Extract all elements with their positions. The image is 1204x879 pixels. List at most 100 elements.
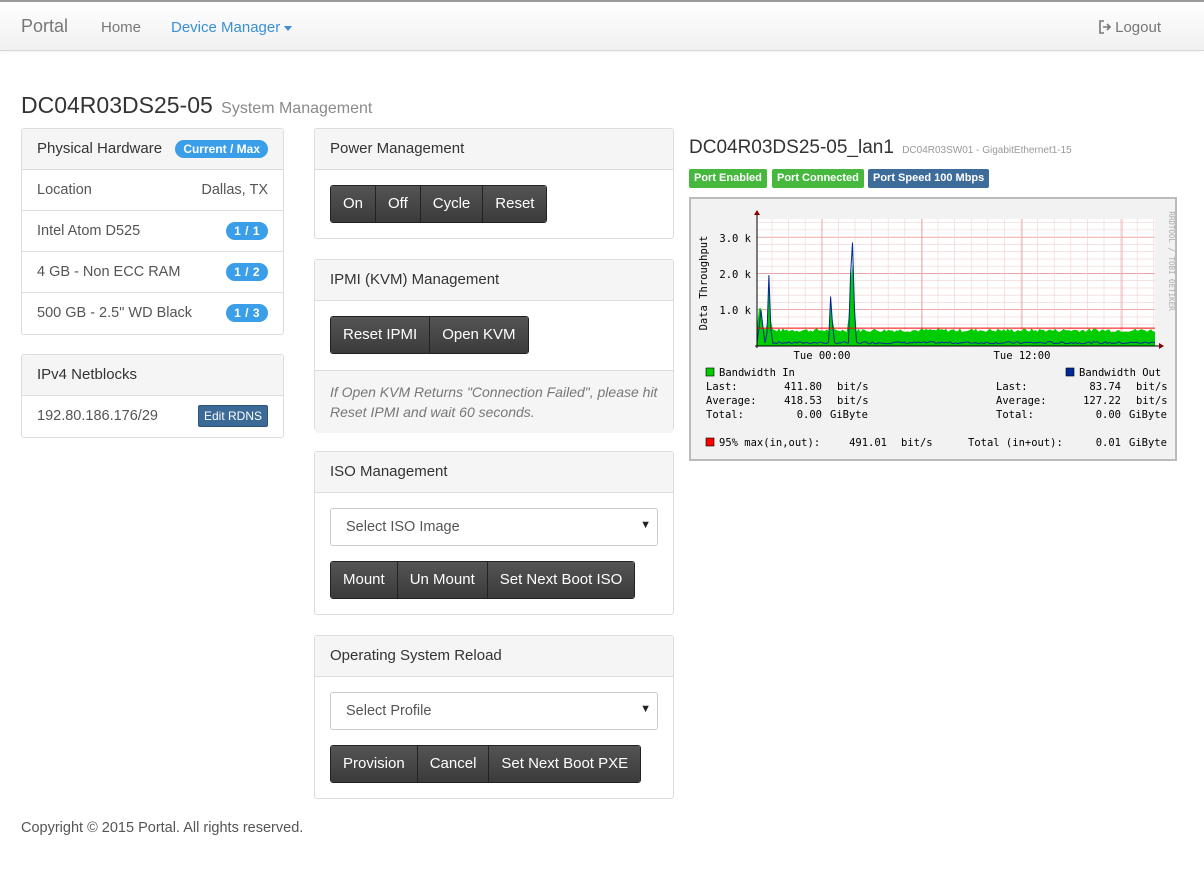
- netblock-address: 192.80.186.176/29: [37, 408, 158, 424]
- in-last-unit: bit/s: [837, 381, 869, 393]
- hardware-item: Intel Atom D525 1 / 1: [22, 211, 283, 252]
- location-label: Location: [37, 182, 92, 198]
- set-next-boot-iso-button[interactable]: Set Next Boot ISO: [487, 562, 635, 598]
- hardware-item-badge: 1 / 3: [226, 304, 268, 322]
- y-axis-arrow-icon: [754, 210, 760, 215]
- mount-button[interactable]: Mount: [331, 562, 398, 598]
- nav-device-manager-dropdown[interactable]: Device Manager: [171, 19, 293, 36]
- open-kvm-button[interactable]: Open KVM: [430, 317, 528, 353]
- logout-label: Logout: [1115, 19, 1161, 36]
- grand-total-value: 0.01: [1096, 437, 1121, 449]
- x-tick-label: Tue 00:00: [794, 350, 851, 362]
- os-reload-panel: Operating System Reload Select Profile ▼…: [314, 635, 674, 799]
- logout-link[interactable]: Logout: [1098, 19, 1161, 36]
- hardware-item-label: 500 GB - 2.5" WD Black: [37, 305, 193, 321]
- bandwidth-in-legend-swatch: [705, 367, 715, 377]
- y-tick-label: 1.0 k: [719, 305, 751, 317]
- panel-body: Select ISO Image ▼ Mount Un Mount Set Ne…: [315, 493, 673, 614]
- bandwidth-out-legend-label: Bandwidth Out: [1079, 367, 1161, 379]
- bandwidth-in-legend-label: Bandwidth In: [719, 367, 795, 379]
- bandwidth-graph-svg: 3.0 k 2.0 k 1.0 k Tue 00:00 Tue 12:00 Da…: [698, 210, 1176, 449]
- panel-title: Operating System Reload: [330, 647, 502, 664]
- iso-button-group: Mount Un Mount Set Next Boot ISO: [330, 561, 636, 599]
- p95-unit: bit/s: [901, 437, 933, 449]
- in-total-unit: GiByte: [830, 409, 868, 421]
- unmount-button[interactable]: Un Mount: [397, 562, 488, 598]
- power-reset-button[interactable]: Reset: [483, 186, 547, 222]
- ipv4-netblocks-panel: IPv4 Netblocks 192.80.186.176/29 Edit RD…: [21, 354, 284, 438]
- power-off-button[interactable]: Off: [376, 186, 421, 222]
- bandwidth-out-legend-swatch: [1065, 367, 1075, 377]
- panel-heading: ISO Management: [315, 452, 673, 493]
- y-tick-label: 3.0 k: [719, 233, 751, 245]
- provision-button[interactable]: Provision: [331, 746, 418, 782]
- nav-device-manager-label: Device Manager: [171, 19, 281, 36]
- out-average-value: 127.22: [1083, 395, 1121, 407]
- out-total-unit: GiByte: [1129, 409, 1167, 421]
- grand-total-unit: GiByte: [1129, 437, 1167, 449]
- set-next-boot-pxe-button[interactable]: Set Next Boot PXE: [489, 746, 641, 782]
- caret-down-icon: [284, 25, 293, 31]
- panel-body: Reset IPMI Open KVM: [315, 301, 673, 370]
- port-title: DC04R03DS25-05_lan1 DC04R03SW01 - Gigabi…: [689, 137, 1072, 159]
- in-total-value: 0.00: [797, 409, 822, 421]
- out-total-value: 0.00: [1096, 409, 1121, 421]
- nav-home-link[interactable]: Home: [101, 19, 141, 36]
- netblock-row: 192.80.186.176/29 Edit RDNS: [22, 396, 283, 437]
- in-average-label: Average:: [706, 395, 757, 407]
- cancel-button[interactable]: Cancel: [417, 746, 490, 782]
- grand-total-label: Total (in+out):: [968, 437, 1063, 449]
- y-tick-label: 2.0 k: [719, 269, 751, 281]
- physical-hardware-panel: Physical Hardware Current / Max Location…: [21, 128, 284, 335]
- out-last-unit: bit/s: [1136, 381, 1168, 393]
- ipmi-button-group: Reset IPMI Open KVM: [330, 316, 529, 354]
- brand-link[interactable]: Portal: [21, 16, 68, 37]
- select-arrow-icon: ▼: [640, 703, 651, 715]
- edit-rdns-button[interactable]: Edit RDNS: [197, 405, 268, 427]
- power-cycle-button[interactable]: Cycle: [420, 186, 484, 222]
- location-row: Location Dallas, TX: [22, 170, 283, 211]
- port-speed-label: Port Speed 100 Mbps: [868, 169, 990, 188]
- page-subtitle: System Management: [221, 100, 373, 117]
- ipmi-help-note: If Open KVM Returns "Connection Failed",…: [315, 370, 673, 433]
- hardware-item-badge: 1 / 2: [226, 263, 268, 281]
- navbar: Portal Home Device Manager Logout: [0, 0, 1204, 51]
- out-last-value: 83.74: [1089, 381, 1121, 393]
- rrdtool-watermark: RRDTOOL / TOBI OETIKER: [1167, 211, 1175, 311]
- port-connected-label: Port Connected: [772, 169, 864, 188]
- current-max-badge: Current / Max: [175, 140, 268, 158]
- in-average-value: 418.53: [784, 395, 822, 407]
- iso-image-select[interactable]: Select ISO Image ▼: [330, 508, 658, 546]
- power-on-button[interactable]: On: [331, 186, 377, 222]
- page-title: DC04R03DS25-05 System Management: [21, 92, 372, 119]
- panel-title: Power Management: [330, 140, 465, 157]
- iso-select-value: Select ISO Image: [346, 519, 460, 535]
- select-arrow-icon: ▼: [640, 519, 651, 531]
- panel-body: Select Profile ▼ Provision Cancel Set Ne…: [315, 677, 673, 798]
- x-axis-arrow-icon: [1159, 343, 1164, 349]
- bandwidth-graph: 3.0 k 2.0 k 1.0 k Tue 00:00 Tue 12:00 Da…: [689, 197, 1177, 461]
- panel-heading: Power Management: [315, 129, 673, 170]
- page-title-text: DC04R03DS25-05: [21, 92, 213, 118]
- panel-heading: IPMI (KVM) Management: [315, 260, 673, 301]
- iso-management-panel: ISO Management Select ISO Image ▼ Mount …: [314, 451, 674, 615]
- reset-ipmi-button[interactable]: Reset IPMI: [331, 317, 431, 353]
- profile-select-value: Select Profile: [346, 703, 432, 719]
- power-management-panel: Power Management On Off Cycle Reset: [314, 128, 674, 239]
- port-subtitle: DC04R03SW01 - GigabitEthernet1-15: [902, 145, 1072, 156]
- in-average-unit: bit/s: [837, 395, 869, 407]
- panel-title: ISO Management: [330, 463, 448, 480]
- x-tick-label: Tue 12:00: [994, 350, 1051, 362]
- port-enabled-label: Port Enabled: [689, 169, 767, 188]
- in-total-label: Total:: [706, 409, 744, 421]
- y-axis-label: Data Throughput: [698, 236, 710, 331]
- panel-title: Physical Hardware: [37, 140, 163, 157]
- profile-select[interactable]: Select Profile ▼: [330, 692, 658, 730]
- panel-heading: Physical Hardware Current / Max: [22, 129, 283, 170]
- power-button-group: On Off Cycle Reset: [330, 185, 548, 223]
- panel-title: IPMI (KVM) Management: [330, 271, 500, 288]
- in-last-value: 411.80: [784, 381, 822, 393]
- ipmi-management-panel: IPMI (KVM) Management Reset IPMI Open KV…: [314, 259, 674, 433]
- hardware-item-badge: 1 / 1: [226, 222, 268, 240]
- out-average-label: Average:: [996, 395, 1047, 407]
